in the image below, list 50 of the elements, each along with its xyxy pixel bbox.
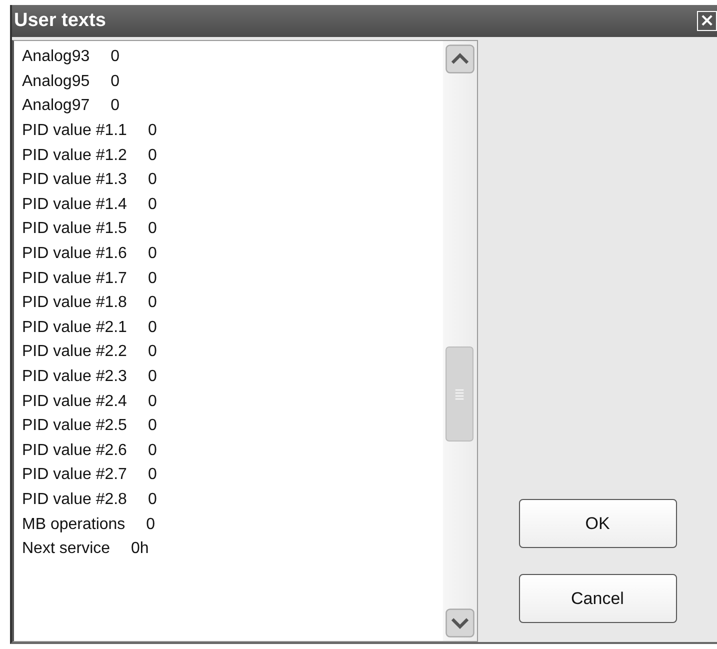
item-value: 0	[148, 220, 157, 238]
item-name: PID value #2.7	[22, 466, 127, 484]
scroll-down-icon[interactable]	[445, 608, 475, 638]
item-value: 0	[148, 122, 157, 140]
item-value: 0	[148, 392, 157, 411]
item-name: Analog95	[22, 72, 90, 91]
item-name: Analog93	[22, 48, 90, 66]
item-name: MB operations	[22, 516, 126, 534]
item-name: Analog97	[22, 97, 90, 116]
item-value: 0	[148, 245, 157, 264]
item-name: Next service	[22, 540, 110, 558]
item-value: 0	[148, 171, 157, 190]
scroll-up-icon[interactable]	[445, 44, 475, 74]
item-value: 0	[146, 516, 156, 534]
item-name: PID value #1.5	[22, 220, 127, 238]
item-value: 0	[110, 48, 120, 66]
dialog-button[interactable]: Cancel	[518, 574, 676, 623]
item-name: PID value #1.8	[22, 294, 127, 312]
item-value: 0	[110, 72, 120, 91]
item-name: PID value #1.2	[22, 146, 127, 165]
item-value: 0	[148, 294, 157, 312]
item-name: PID value #2.3	[22, 368, 127, 386]
item-name: PID value #2.4	[22, 392, 127, 411]
item-value: 0	[148, 196, 157, 214]
item-value: 0	[110, 97, 120, 116]
item-name: PID value #2.5	[22, 417, 127, 436]
item-name: PID value #2.6	[22, 442, 127, 460]
item-name: PID value #1.3	[22, 171, 127, 190]
window-title: User texts	[14, 10, 106, 32]
item-value: 0	[148, 270, 157, 288]
scrollbar[interactable]	[443, 41, 477, 641]
item-value: 0	[148, 343, 157, 362]
item-value: 0	[148, 368, 157, 386]
dialog-button[interactable]: OK	[518, 499, 676, 548]
item-name: PID value #2.1	[22, 318, 127, 337]
item-value: 0h	[131, 540, 149, 558]
close-button[interactable]: ×	[697, 11, 717, 31]
item-name: PID value #1.7	[22, 270, 127, 288]
item-value: 0	[148, 146, 157, 165]
item-name: PID value #2.2	[22, 343, 127, 362]
item-value: 0	[148, 417, 157, 436]
item-value: 0	[148, 318, 157, 337]
item-name: PID value #1.1	[22, 122, 127, 140]
item-name: PID value #1.6	[22, 245, 127, 264]
scroll-thumb[interactable]	[445, 346, 474, 442]
item-value: 0	[148, 490, 157, 509]
item-value: 0	[148, 466, 157, 484]
item-value: 0	[148, 442, 157, 460]
item-name: PID value #2.8	[22, 490, 127, 509]
item-name: PID value #1.4	[22, 196, 127, 214]
